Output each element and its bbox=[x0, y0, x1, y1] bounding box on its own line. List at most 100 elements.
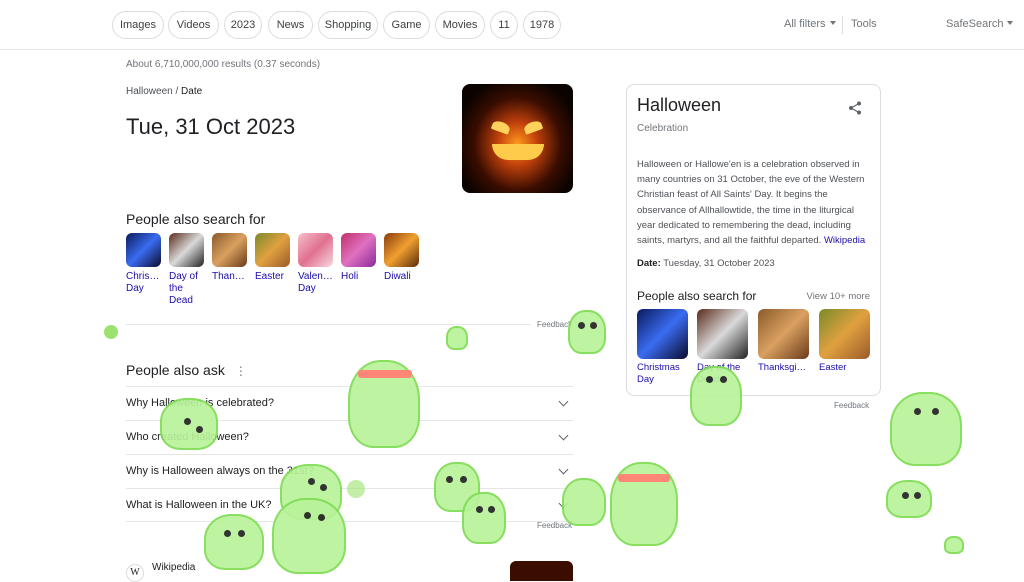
ghost-eye bbox=[224, 530, 231, 537]
thanksgiving-thumbnail bbox=[212, 233, 247, 267]
chevron-down-icon bbox=[558, 430, 569, 441]
pas-item-diwali[interactable]: Diwali bbox=[384, 233, 420, 283]
chip-movies[interactable]: Movies bbox=[435, 11, 485, 39]
feedback-link[interactable]: Feedback bbox=[537, 320, 572, 329]
sunglasses-icon bbox=[618, 474, 670, 482]
chip-videos[interactable]: Videos bbox=[168, 11, 219, 39]
results-stats: About 6,710,000,000 results (0.37 second… bbox=[126, 59, 321, 70]
christmas-thumbnail bbox=[637, 309, 688, 359]
safesearch-button[interactable]: SafeSearch bbox=[946, 18, 1014, 30]
ghost-eye bbox=[304, 512, 311, 519]
ghost-sprite[interactable] bbox=[446, 326, 468, 350]
ghost-eye bbox=[318, 514, 325, 521]
pas-item-thanksgiving[interactable]: Than… bbox=[212, 233, 248, 283]
wikipedia-source-label[interactable]: Wikipedia bbox=[152, 562, 195, 573]
ghost-eye bbox=[578, 322, 585, 329]
kp-date-value: Tuesday, 31 October 2023 bbox=[663, 258, 775, 269]
pas-item-label: Day of the Dead bbox=[169, 271, 198, 306]
ghost-sprite[interactable] bbox=[610, 462, 678, 546]
ghost-eye bbox=[476, 506, 483, 513]
result-thumbnail[interactable] bbox=[510, 561, 573, 581]
safesearch-label: SafeSearch bbox=[946, 18, 1004, 30]
thanksgiving-thumbnail bbox=[758, 309, 809, 359]
sunglasses-icon bbox=[358, 370, 412, 378]
breadcrumb-parent[interactable]: Halloween bbox=[126, 86, 173, 97]
ghost-sprite[interactable] bbox=[568, 310, 606, 354]
ghost-sprite[interactable] bbox=[944, 536, 964, 554]
ghost-eye bbox=[914, 408, 921, 415]
answer-date: Tue, 31 Oct 2023 bbox=[126, 114, 296, 139]
ghost-eye bbox=[706, 376, 713, 383]
chip-news[interactable]: News bbox=[268, 11, 313, 39]
ghost-sprite[interactable] bbox=[160, 398, 218, 450]
valentines-thumbnail bbox=[298, 233, 333, 267]
pas-item-day-of-the-dead[interactable]: Day of the Dead bbox=[169, 233, 205, 307]
christmas-thumbnail bbox=[126, 233, 161, 267]
ghost-eye bbox=[308, 478, 315, 485]
filter-bar: Images Videos 2023 News Shopping Game Mo… bbox=[0, 0, 1024, 50]
kp-item-christmas[interactable]: Christmas Day bbox=[637, 309, 688, 386]
people-also-ask-title: People also ask ⋮ bbox=[126, 362, 247, 378]
easter-thumbnail bbox=[819, 309, 870, 359]
holi-thumbnail bbox=[341, 233, 376, 267]
chevron-down-icon bbox=[558, 464, 569, 475]
kp-description: Halloween or Hallowe'en is a celebration… bbox=[637, 157, 873, 248]
pas-item-holi[interactable]: Holi bbox=[341, 233, 377, 283]
breadcrumb-current: Date bbox=[181, 86, 203, 97]
ghost-eye bbox=[196, 426, 203, 433]
breadcrumb: Halloween / Date bbox=[126, 86, 202, 97]
pas-item-label: Holi bbox=[341, 271, 359, 282]
kp-date-label: Date: bbox=[637, 258, 661, 269]
ghost-sprite[interactable] bbox=[890, 392, 962, 466]
pumpkin-mouth bbox=[492, 144, 544, 160]
feedback-link[interactable]: Feedback bbox=[834, 401, 869, 410]
pas-item-label: Valen… Day bbox=[298, 271, 333, 294]
people-also-search-title: People also search for bbox=[126, 211, 266, 227]
kp-item-easter[interactable]: Easter bbox=[819, 309, 870, 374]
ghost-eye bbox=[488, 506, 495, 513]
ghost-sprite[interactable] bbox=[204, 514, 264, 570]
easter-thumbnail bbox=[255, 233, 290, 267]
kp-item-label: Christmas Day bbox=[637, 362, 680, 385]
ghost-sprite[interactable] bbox=[462, 492, 506, 544]
ghost-eye bbox=[902, 492, 909, 499]
ghost-sprite[interactable] bbox=[272, 498, 346, 574]
pas-item-valentines[interactable]: Valen… Day bbox=[298, 233, 334, 295]
divider bbox=[842, 16, 843, 34]
ghost-orb bbox=[104, 325, 118, 339]
chip-11[interactable]: 11 bbox=[490, 11, 518, 39]
all-filters-label: All filters bbox=[784, 18, 826, 30]
chip-2023[interactable]: 2023 bbox=[224, 11, 262, 39]
ghost-sprite[interactable] bbox=[886, 480, 932, 518]
pas-item-christmas[interactable]: Chris… Day bbox=[126, 233, 162, 295]
ghost-eye bbox=[460, 476, 467, 483]
breadcrumb-separator: / bbox=[175, 86, 179, 97]
chip-game[interactable]: Game bbox=[383, 11, 430, 39]
kp-item-label: Easter bbox=[819, 362, 847, 373]
pas-item-easter[interactable]: Easter bbox=[255, 233, 291, 283]
pas-item-label: Chris… Day bbox=[126, 271, 160, 294]
share-icon[interactable] bbox=[848, 101, 862, 115]
wikipedia-link[interactable]: Wikipedia bbox=[824, 235, 865, 246]
chip-images[interactable]: Images bbox=[112, 11, 164, 39]
more-options-icon[interactable]: ⋮ bbox=[235, 364, 247, 378]
chip-1978[interactable]: 1978 bbox=[523, 11, 561, 39]
people-also-ask-label: People also ask bbox=[126, 362, 225, 378]
knowledge-panel: Halloween Celebration Halloween or Hallo… bbox=[626, 84, 881, 396]
tools-button[interactable]: Tools bbox=[851, 18, 877, 30]
pas-item-label: Easter bbox=[255, 271, 284, 282]
ghost-eye bbox=[590, 322, 597, 329]
chevron-down-icon bbox=[558, 396, 569, 407]
pas-item-label: Than… bbox=[212, 271, 245, 282]
view-more-link[interactable]: View 10+ more bbox=[807, 291, 870, 302]
all-filters-button[interactable]: All filters bbox=[784, 18, 836, 30]
kp-item-thanksgiving[interactable]: Thanksgi… bbox=[758, 309, 809, 374]
diwali-thumbnail bbox=[384, 233, 419, 267]
halloween-pumpkin-image[interactable] bbox=[462, 84, 573, 193]
ghost-sprite[interactable] bbox=[348, 360, 420, 448]
chip-shopping[interactable]: Shopping bbox=[318, 11, 378, 39]
ghost-sprite[interactable] bbox=[690, 366, 742, 426]
ghost-sprite[interactable] bbox=[562, 478, 606, 526]
pas-item-label: Diwali bbox=[384, 271, 411, 282]
ghost-eye bbox=[238, 530, 245, 537]
